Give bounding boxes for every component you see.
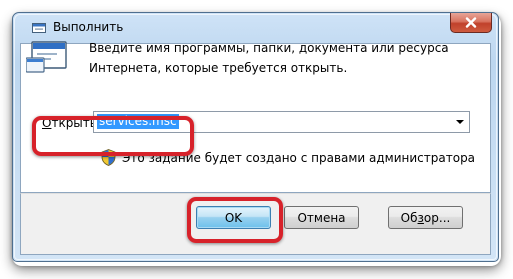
open-input-value[interactable]: services.msc [97,114,179,129]
ok-button[interactable]: OK [196,206,271,229]
admin-note: Это задание будет создано с правами адми… [122,151,476,165]
uac-shield-icon [101,149,116,166]
chevron-down-icon[interactable] [456,120,464,124]
dialog-description: Введите имя программы, папки, документа … [89,38,459,78]
open-combobox[interactable]: services.msc [93,111,470,133]
run-dialog-icon [26,41,67,73]
window-title: Выполнить [53,20,124,34]
cancel-button[interactable]: Отмена [284,206,359,229]
run-dialog-small-icon [32,23,46,33]
screenshot-stage: Выполнить Введите имя программы, папки, … [0,0,513,279]
browse-button[interactable]: Об з ор... [388,206,463,229]
description-line-2: Интернета, которые требуется открыть. [89,61,348,75]
close-button[interactable] [450,13,492,33]
browse-label-end: ор... [423,210,451,225]
description-line-1: Введите имя программы, папки, документа … [89,41,449,55]
browse-label-start: Об [400,210,418,225]
close-icon [465,17,477,28]
